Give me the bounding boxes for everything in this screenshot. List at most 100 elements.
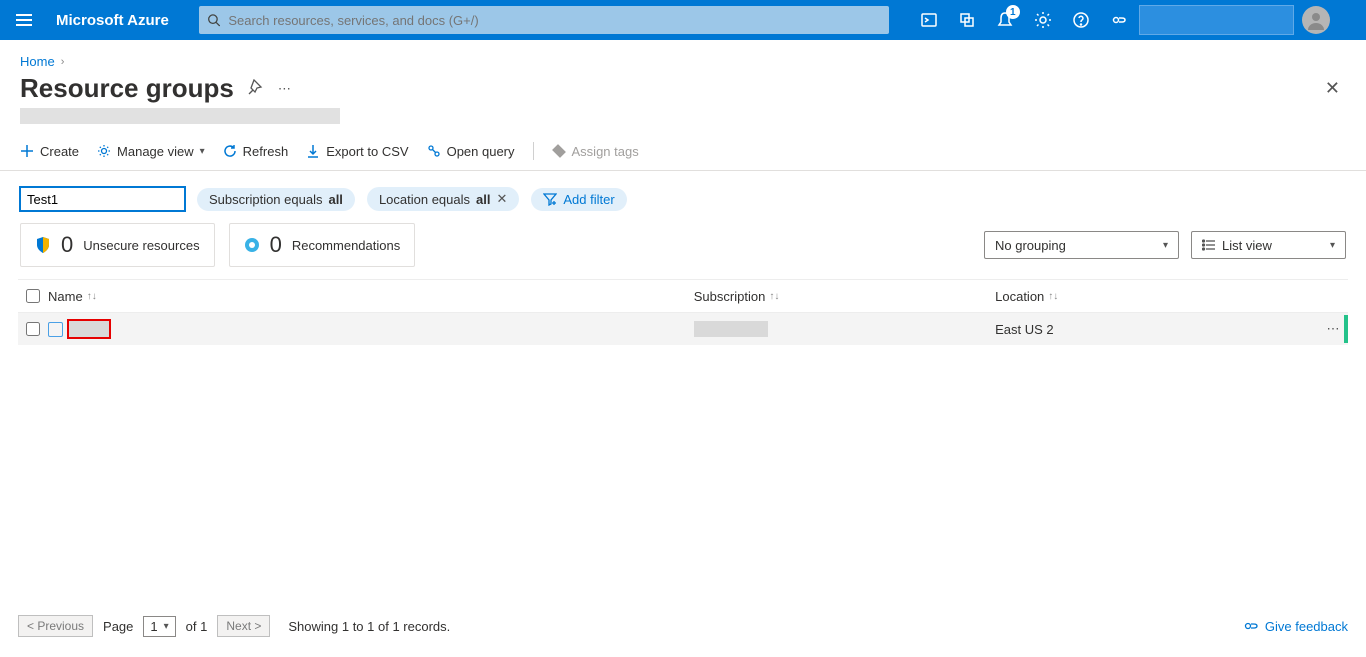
loc-value: all — [476, 192, 490, 207]
give-feedback-link[interactable]: Give feedback — [1243, 618, 1348, 634]
tag-icon — [552, 144, 566, 158]
chevron-down-icon: ▾ — [1163, 240, 1168, 251]
advisor-icon — [244, 237, 260, 253]
column-name[interactable]: Name ↑↓ — [48, 289, 694, 304]
of-label: of 1 — [186, 619, 208, 634]
filter-icon — [543, 192, 557, 206]
directory-switch-icon[interactable] — [957, 10, 977, 30]
rec-label: Recommendations — [292, 238, 400, 253]
cloud-shell-icon[interactable] — [919, 10, 939, 30]
column-subscription[interactable]: Subscription↑↓ — [694, 289, 995, 304]
avatar[interactable] — [1302, 6, 1330, 34]
sort-icon: ↑↓ — [87, 291, 97, 302]
page-label: Page — [103, 619, 133, 634]
clear-filter-icon[interactable]: ✕ — [496, 191, 507, 207]
brand-label[interactable]: Microsoft Azure — [56, 12, 169, 29]
select-all-checkbox[interactable] — [26, 289, 40, 303]
close-blade-icon[interactable]: ✕ — [1319, 78, 1346, 99]
view-mode-dropdown[interactable]: List view ▾ — [1191, 231, 1346, 259]
export-label: Export to CSV — [326, 144, 408, 159]
table-wrapper: Name ↑↓ Subscription↑↓ Location↑↓ East US… — [0, 279, 1366, 345]
location-filter-pill[interactable]: Location equals all ✕ — [367, 187, 519, 211]
query-icon — [427, 144, 441, 158]
filter-row: Subscription equals all Location equals … — [0, 171, 1366, 223]
page-num: 1 — [150, 619, 157, 634]
page-title: Resource groups — [20, 73, 234, 104]
next-page-button: Next > — [217, 615, 270, 637]
subscription-filter-pill[interactable]: Subscription equals all — [197, 188, 355, 211]
prev-page-button: < Previous — [18, 615, 93, 637]
gear-icon — [97, 144, 111, 158]
filter-search-input[interactable] — [20, 187, 185, 211]
unsecure-label: Unsecure resources — [83, 238, 199, 253]
page-select[interactable]: 1 ▾ — [143, 616, 175, 637]
col-name-label: Name — [48, 289, 83, 304]
manage-view-button[interactable]: Manage view ▾ — [97, 144, 205, 159]
listview-label: List view — [1222, 238, 1272, 253]
open-query-button[interactable]: Open query — [427, 144, 515, 159]
plus-icon — [20, 144, 34, 158]
shield-icon — [35, 236, 51, 254]
assign-tags-label: Assign tags — [572, 144, 639, 159]
add-filter-button[interactable]: Add filter — [531, 188, 626, 211]
export-csv-button[interactable]: Export to CSV — [306, 144, 408, 159]
row-selection-indicator — [1344, 315, 1348, 343]
list-icon — [1202, 238, 1216, 252]
sub-value: all — [328, 192, 342, 207]
sub-prefix: Subscription equals — [209, 192, 322, 207]
more-actions-icon[interactable]: ⋯ — [278, 81, 292, 97]
manage-view-label: Manage view — [117, 144, 194, 159]
search-icon — [207, 13, 221, 27]
page-header: Resource groups ⋯ ✕ — [0, 73, 1366, 104]
table-row[interactable]: East US 2 ⋯ — [18, 313, 1348, 345]
rec-count: 0 — [270, 232, 282, 258]
chevron-right-icon: › — [61, 56, 65, 68]
refresh-button[interactable]: Refresh — [223, 144, 289, 159]
refresh-label: Refresh — [243, 144, 289, 159]
feedback-label: Give feedback — [1265, 619, 1348, 634]
row-sub-redacted — [694, 321, 768, 337]
create-button[interactable]: Create — [20, 144, 79, 159]
command-bar: Create Manage view ▾ Refresh Export to C… — [0, 136, 1366, 171]
row-more-icon[interactable]: ⋯ — [1327, 321, 1340, 337]
download-icon — [306, 144, 320, 158]
separator — [533, 142, 534, 160]
row-name-redacted — [69, 321, 109, 337]
add-filter-label: Add filter — [563, 192, 614, 207]
unsecure-count: 0 — [61, 232, 73, 258]
grouping-dropdown[interactable]: No grouping ▾ — [984, 231, 1179, 259]
pagination-bar: < Previous Page 1 ▾ of 1 Next > Showing … — [18, 615, 1348, 637]
notifications-icon[interactable]: 1 — [995, 10, 1015, 30]
settings-icon[interactable] — [1033, 10, 1053, 30]
chevron-down-icon: ▾ — [164, 621, 169, 632]
row-checkbox[interactable] — [26, 322, 40, 336]
open-query-label: Open query — [447, 144, 515, 159]
sort-icon: ↑↓ — [1048, 291, 1058, 302]
refresh-icon — [223, 144, 237, 158]
loc-prefix: Location equals — [379, 192, 470, 207]
breadcrumb: Home › — [0, 40, 1366, 73]
assign-tags-button: Assign tags — [552, 144, 639, 159]
global-search-input[interactable] — [228, 13, 880, 28]
column-location[interactable]: Location↑↓ — [995, 289, 1318, 304]
breadcrumb-home[interactable]: Home — [20, 54, 55, 69]
hamburger-menu[interactable] — [16, 10, 36, 30]
global-search[interactable] — [199, 6, 889, 34]
top-icon-row: 1 — [919, 10, 1129, 30]
unsecure-card[interactable]: 0 Unsecure resources — [20, 223, 215, 267]
feedback-icon — [1243, 618, 1259, 634]
resource-group-icon — [48, 322, 63, 337]
chevron-down-icon: ▾ — [1330, 240, 1335, 251]
sort-icon: ↑↓ — [769, 291, 779, 302]
create-label: Create — [40, 144, 79, 159]
row-location: East US 2 — [995, 322, 1318, 337]
chevron-down-icon: ▾ — [200, 146, 205, 157]
cards-row: 0 Unsecure resources 0 Recommendations N… — [0, 223, 1366, 279]
top-bar: Microsoft Azure 1 — [0, 0, 1366, 40]
recommendations-card[interactable]: 0 Recommendations — [229, 223, 416, 267]
help-icon[interactable] — [1071, 10, 1091, 30]
account-box[interactable] — [1139, 5, 1294, 35]
grouping-label: No grouping — [995, 238, 1066, 253]
pin-icon[interactable] — [248, 79, 264, 98]
feedback-icon[interactable] — [1109, 10, 1129, 30]
